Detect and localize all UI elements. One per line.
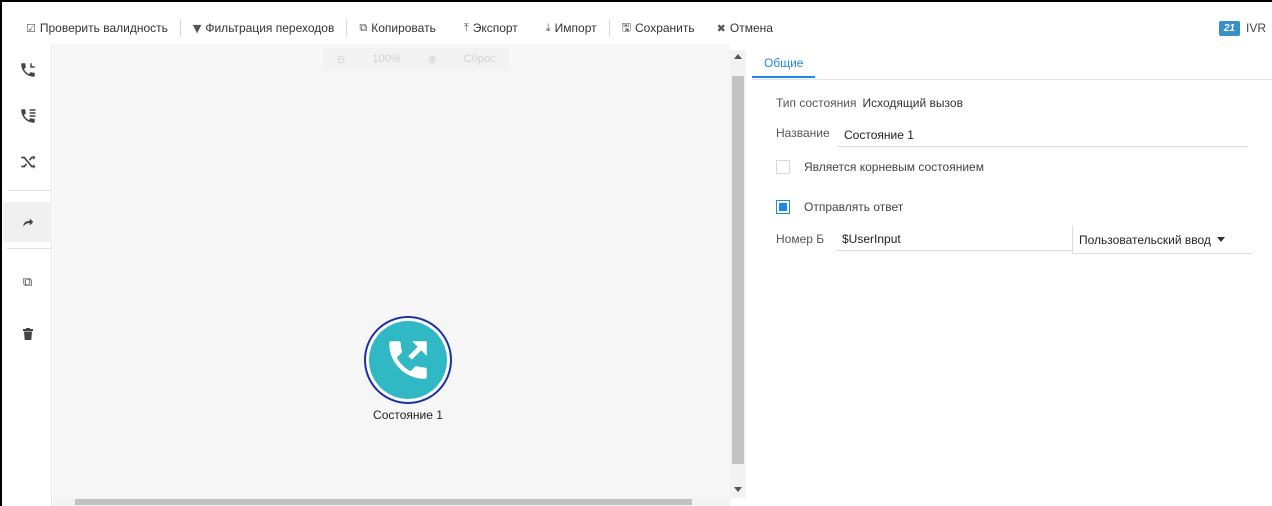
send-response-label: Отправлять ответ <box>804 200 904 214</box>
input-type-value: Пользовательский ввод <box>1079 232 1211 247</box>
delete-tool[interactable] <box>3 314 52 354</box>
state-type-label: Тип состояния <box>776 96 857 110</box>
scroll-down-icon[interactable] <box>734 487 742 492</box>
redirect-icon <box>22 218 33 227</box>
import-button[interactable]: ⤓ Импорт <box>538 18 605 38</box>
filter-label: Фильтрация переходов <box>205 21 335 35</box>
state-type-value: Исходящий вызов <box>862 96 963 110</box>
call-list-icon <box>20 109 35 123</box>
tab-general[interactable]: Общие <box>752 50 816 78</box>
module-title: IVR <box>1245 21 1266 35</box>
copy-icon: ⧉ <box>22 274 33 290</box>
redirect-tool[interactable] <box>3 202 52 242</box>
state-node-circle[interactable] <box>364 316 452 404</box>
validate-button[interactable]: ☑ Проверить валидность <box>18 18 176 38</box>
tab-underline <box>752 79 1272 80</box>
copy-tool[interactable]: ⧉ <box>3 262 52 302</box>
copy-label: Копировать <box>371 21 436 35</box>
state-type-row: Тип состояния Исходящий вызов <box>776 96 963 110</box>
save-icon: 🖫 <box>621 20 631 34</box>
zoom-controls: ⊖ 100% ⊕ Сброс <box>323 48 509 70</box>
copy-button[interactable]: ⧉ Копировать <box>351 18 443 38</box>
rail-divider <box>7 190 51 191</box>
cancel-label: Отмена <box>729 21 773 35</box>
validate-label: Проверить валидность <box>39 21 168 35</box>
zoom-out-icon[interactable]: ⊖ <box>336 53 345 66</box>
root-state-checkbox[interactable] <box>776 160 790 174</box>
notification-badge[interactable]: 21 <box>1218 20 1240 36</box>
toolbar-right: 21 IVR <box>1218 20 1272 36</box>
call-list-tool[interactable] <box>3 96 52 136</box>
close-icon: ✖ <box>716 21 726 35</box>
vertical-scroll-thumb[interactable] <box>732 76 744 464</box>
number-b-row: Номер Б <box>776 232 824 246</box>
upload-icon: ⤒ <box>463 21 469 34</box>
number-b-field[interactable]: $UserInput <box>836 227 1072 251</box>
copy-icon: ⧉ <box>359 21 368 34</box>
properties-panel: Общие Тип состояния Исходящий вызов Назв… <box>752 44 1272 506</box>
incoming-call-tool[interactable] <box>3 50 52 90</box>
toolbar: ☑ Проверить валидность ▼ Фильтрация пере… <box>18 14 1272 42</box>
save-label: Сохранить <box>635 21 695 35</box>
name-row: Название <box>776 126 830 140</box>
state-node-inner <box>369 321 447 399</box>
zoom-level: 100% <box>372 53 401 65</box>
filter-icon: ▼ <box>192 21 202 35</box>
tool-rail: ⧉ <box>3 44 52 506</box>
toolbar-separator <box>179 19 181 37</box>
scroll-up-icon[interactable] <box>734 54 742 59</box>
name-field[interactable]: Состояние 1 <box>838 123 1248 147</box>
diagram-canvas[interactable]: ⊖ 100% ⊕ Сброс Состояние 1 <box>53 44 730 498</box>
chevron-down-icon <box>1216 237 1225 242</box>
number-b-label: Номер Б <box>776 232 825 246</box>
check-square-icon: ☑ <box>26 21 36 35</box>
incoming-call-icon <box>20 63 35 77</box>
name-label: Название <box>776 126 830 140</box>
zoom-in-icon[interactable]: ⊕ <box>428 53 437 66</box>
outgoing-call-icon <box>389 341 427 379</box>
filter-transitions-button[interactable]: ▼ Фильтрация переходов <box>185 18 342 38</box>
send-response-row: Отправлять ответ <box>776 200 903 214</box>
trash-icon <box>22 328 33 340</box>
input-type-select[interactable]: Пользовательский ввод <box>1072 226 1252 254</box>
zoom-reset-button[interactable]: Сброс <box>464 53 496 65</box>
toolbar-separator <box>346 19 348 37</box>
horizontal-scroll-thumb[interactable] <box>75 499 692 505</box>
export-label: Экспорт <box>472 21 518 35</box>
shuffle-icon <box>20 155 35 169</box>
rail-divider <box>7 248 51 249</box>
cancel-button[interactable]: ✖ Отмена <box>709 18 781 38</box>
toolbar-separator <box>608 19 610 37</box>
root-state-row: Является корневым состоянием <box>776 160 984 174</box>
export-button[interactable]: ⤒ Экспорт <box>456 18 526 38</box>
save-button[interactable]: 🖫 Сохранить <box>614 18 703 38</box>
send-response-checkbox[interactable] <box>776 200 790 214</box>
state-node-label: Состояние 1 <box>373 408 443 422</box>
download-icon: ⤓ <box>545 21 551 34</box>
horizontal-scrollbar[interactable] <box>53 498 730 506</box>
root-state-label: Является корневым состоянием <box>804 160 984 174</box>
vertical-scrollbar[interactable] <box>730 50 746 498</box>
import-label: Импорт <box>554 21 597 35</box>
shuffle-tool[interactable] <box>3 142 52 182</box>
state-node[interactable]: Состояние 1 <box>363 316 453 422</box>
